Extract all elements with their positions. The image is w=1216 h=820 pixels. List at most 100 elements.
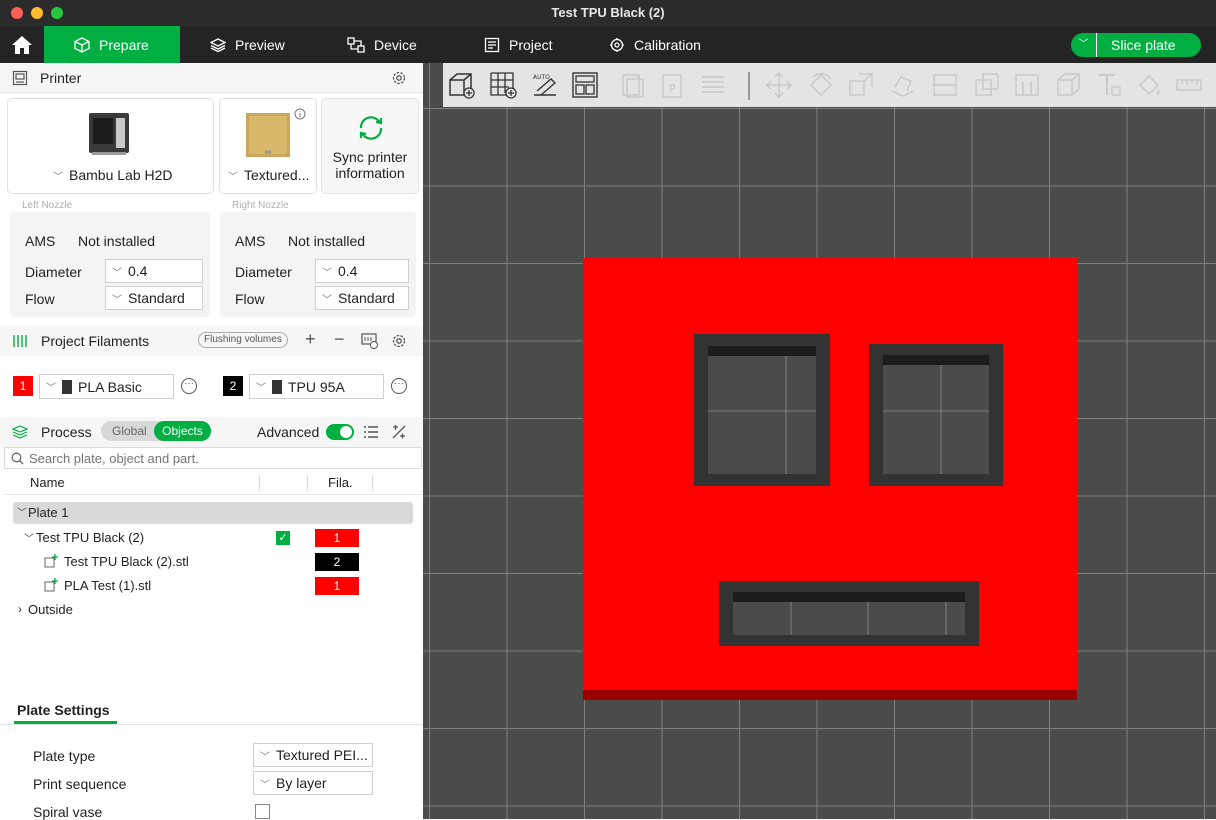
printer-model-card[interactable]: ﹀ Bambu Lab H2D	[7, 98, 214, 194]
collapse-chevron-icon[interactable]: ﹀	[17, 504, 27, 519]
copy-icon[interactable]	[619, 71, 647, 99]
column-divider	[307, 475, 308, 491]
object-visible-checkbox[interactable]: ✓	[276, 531, 290, 545]
seam-paint-icon[interactable]	[1055, 71, 1083, 99]
sync-icon	[359, 116, 383, 140]
global-objects-toggle[interactable]: Global Objects	[101, 421, 211, 441]
print-sequence-select[interactable]: ﹀ By layer	[253, 771, 373, 795]
left-ams-value: Not installed	[78, 233, 156, 249]
left-flow-select[interactable]: ﹀ Standard	[105, 286, 203, 310]
filament-spool-icon	[272, 379, 282, 394]
left-diameter-select[interactable]: ﹀ 0.4	[105, 259, 203, 283]
tab-device[interactable]: Device	[347, 26, 417, 63]
plate-info-icon[interactable]	[294, 108, 306, 120]
printer-icon	[12, 70, 28, 86]
filament-2-index: 2	[223, 376, 243, 396]
remove-filament-icon[interactable]: −	[334, 329, 345, 350]
left-diameter-value: 0.4	[128, 263, 148, 279]
text-tool-icon[interactable]	[1095, 71, 1123, 99]
outside-label: Outside	[28, 602, 73, 617]
scale-icon[interactable]	[847, 71, 875, 99]
home-button[interactable]	[0, 26, 44, 63]
filament-1-index: 1	[13, 376, 33, 396]
maximize-window-button[interactable]	[51, 7, 63, 19]
printer-model-select[interactable]: ﹀ Bambu Lab H2D	[53, 167, 173, 183]
tab-preview[interactable]: Preview	[210, 26, 285, 63]
viewport-toolbar: AUTO P	[443, 63, 1216, 107]
3d-viewport[interactable]	[423, 63, 1216, 819]
part-filament-badge[interactable]: 1	[315, 577, 359, 595]
filament-sync-icon[interactable]	[361, 333, 379, 349]
object-label: Test TPU Black (2)	[36, 530, 145, 545]
expand-chevron-icon[interactable]: ›	[18, 602, 22, 616]
cut-icon[interactable]	[931, 71, 959, 99]
column-fila-header[interactable]: Fila.	[328, 475, 353, 490]
auto-orient-icon[interactable]: AUTO	[531, 71, 559, 99]
add-filament-icon[interactable]: +	[305, 329, 316, 350]
part-filament-badge[interactable]: 2	[315, 553, 359, 571]
tab-prepare[interactable]: Prepare	[44, 26, 180, 63]
plate-settings-title[interactable]: Plate Settings	[17, 702, 110, 718]
global-toggle-option[interactable]: Global	[112, 424, 147, 438]
boolean-icon[interactable]	[973, 71, 1001, 99]
compare-settings-icon[interactable]	[391, 425, 407, 439]
column-name-header[interactable]: Name	[30, 475, 65, 490]
arrange-icon[interactable]	[571, 71, 599, 99]
filament-1-more-icon[interactable]: ···	[181, 378, 197, 394]
filament-2-more-icon[interactable]: ···	[391, 378, 407, 394]
layers-editor-icon[interactable]	[699, 71, 727, 99]
left-sidebar: Printer ﹀ Bambu Lab H2D ﹀ Textured... Sync…	[0, 63, 423, 820]
support-paint-icon[interactable]	[1013, 71, 1041, 99]
collapse-chevron-icon[interactable]: ﹀	[24, 530, 34, 545]
slice-options-chevron-icon[interactable]: ﹀	[1071, 33, 1097, 57]
left-nozzle-panel: AMS Not installed Diameter ﹀ 0.4 Flow ﹀ St…	[10, 212, 210, 317]
divider	[0, 724, 423, 725]
sync-printer-button[interactable]: Sync printer information	[321, 98, 419, 194]
tab-calibration[interactable]: Calibration	[609, 26, 701, 63]
filament-settings-gear-icon[interactable]	[391, 333, 407, 349]
printer-model-label: Bambu Lab H2D	[69, 167, 173, 183]
rotate-icon[interactable]	[807, 71, 835, 99]
plate-type-card[interactable]: ﹀ Textured...	[219, 98, 317, 194]
add-object-icon[interactable]	[447, 71, 475, 99]
tree-row-outside[interactable]: › Outside	[4, 599, 422, 621]
printer-section-header: Printer	[0, 63, 423, 93]
slice-plate-button[interactable]: ﹀ Slice plate	[1071, 33, 1201, 57]
plate-type-select[interactable]: ﹀ Textured...	[228, 167, 309, 183]
advanced-toggle[interactable]	[326, 424, 354, 440]
plate-type-setting-select[interactable]: ﹀ Textured PEI...	[253, 743, 373, 767]
filament-2-select[interactable]: ﹀ TPU 95A	[249, 374, 384, 399]
paste-icon[interactable]: P	[659, 71, 687, 99]
flushing-volumes-button[interactable]: Flushing volumes	[198, 332, 288, 348]
spiral-vase-checkbox[interactable]	[255, 804, 270, 819]
tree-row-part[interactable]: Test TPU Black (2).stl 2	[4, 551, 422, 573]
close-window-button[interactable]	[11, 7, 23, 19]
minimize-window-button[interactable]	[31, 7, 43, 19]
list-view-icon[interactable]	[363, 425, 379, 439]
move-icon[interactable]	[765, 71, 793, 99]
tab-calibration-label: Calibration	[634, 36, 701, 53]
right-diameter-select[interactable]: ﹀ 0.4	[315, 259, 409, 283]
measure-icon[interactable]	[1175, 71, 1203, 99]
right-ams-label: AMS	[235, 233, 266, 249]
tree-row-plate[interactable]: ﹀ Plate 1	[13, 502, 413, 524]
object-filament-badge[interactable]: 1	[315, 529, 359, 547]
tree-row-object[interactable]: ﹀ Test TPU Black (2) ✓ 1	[4, 527, 422, 549]
home-icon	[12, 35, 32, 54]
object-search-box[interactable]	[4, 447, 422, 469]
filament-1-select[interactable]: ﹀ PLA Basic	[39, 374, 174, 399]
model-render[interactable]	[423, 63, 1216, 819]
tab-project[interactable]: Project	[484, 26, 553, 63]
color-paint-icon[interactable]	[1135, 71, 1163, 99]
right-flow-select[interactable]: ﹀ Standard	[315, 286, 409, 310]
column-divider	[372, 475, 373, 491]
printer-settings-gear-icon[interactable]	[391, 70, 407, 86]
object-search-input[interactable]	[29, 450, 409, 466]
objects-toggle-option[interactable]: Objects	[154, 421, 211, 441]
right-diameter-value: 0.4	[338, 263, 358, 279]
lay-on-face-icon[interactable]	[889, 71, 917, 99]
tree-row-part[interactable]: PLA Test (1).stl 1	[4, 575, 422, 597]
add-plate-icon[interactable]	[489, 71, 517, 99]
filaments-section-title: Project Filaments	[41, 333, 150, 349]
spiral-vase-label: Spiral vase	[33, 804, 103, 820]
